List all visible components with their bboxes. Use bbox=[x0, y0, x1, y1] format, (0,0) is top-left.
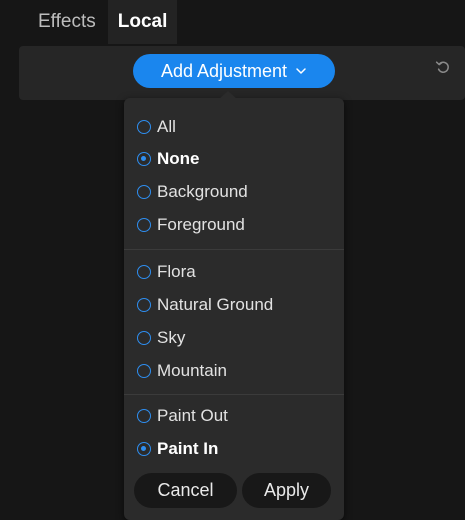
radio-icon bbox=[137, 185, 151, 199]
menu-item-foreground[interactable]: Foreground bbox=[124, 209, 344, 241]
radio-checked-icon bbox=[137, 152, 151, 166]
add-adjustment-button[interactable]: Add Adjustment bbox=[133, 54, 335, 88]
menu-item-mountain[interactable]: Mountain bbox=[124, 355, 344, 387]
radio-icon bbox=[137, 265, 151, 279]
menu-item-all[interactable]: All bbox=[124, 111, 344, 143]
radio-icon bbox=[137, 409, 151, 423]
menu-item-natural-ground[interactable]: Natural Ground bbox=[124, 289, 344, 321]
cancel-button[interactable]: Cancel bbox=[134, 473, 237, 508]
menu-item-paint-out[interactable]: Paint Out bbox=[124, 400, 344, 432]
radio-icon bbox=[137, 364, 151, 378]
menu-item-flora[interactable]: Flora bbox=[124, 256, 344, 288]
add-adjustment-label: Add Adjustment bbox=[160, 60, 288, 81]
menu-item-label: Natural Ground bbox=[157, 295, 274, 314]
menu-item-label: Foreground bbox=[157, 215, 245, 234]
undo-icon[interactable] bbox=[434, 58, 452, 76]
chevron-down-icon bbox=[296, 68, 306, 74]
menu-divider bbox=[124, 249, 344, 250]
local-adjustments-panel: Effects Local Add Adjustment All None Ba… bbox=[0, 0, 465, 520]
menu-item-label: Background bbox=[157, 182, 248, 201]
menu-item-label: Mountain bbox=[157, 361, 227, 380]
menu-divider bbox=[124, 394, 344, 395]
menu-caret bbox=[219, 91, 237, 99]
panel-tabs: Effects Local bbox=[26, 0, 178, 44]
apply-button[interactable]: Apply bbox=[242, 473, 331, 508]
menu-item-sky[interactable]: Sky bbox=[124, 322, 344, 354]
add-adjustment-menu: All None Background Foreground Flora Nat… bbox=[124, 91, 344, 520]
radio-icon bbox=[137, 331, 151, 345]
radio-icon bbox=[137, 218, 151, 232]
menu-item-none[interactable]: None bbox=[124, 143, 344, 175]
radio-checked-icon bbox=[137, 442, 151, 456]
menu-item-label: Paint In bbox=[157, 439, 219, 458]
tab-effects[interactable]: Effects bbox=[26, 0, 108, 44]
menu-item-background[interactable]: Background bbox=[124, 176, 344, 208]
menu-item-label: Flora bbox=[157, 262, 196, 281]
menu-item-paint-in[interactable]: Paint In bbox=[124, 433, 344, 465]
menu-item-label: Sky bbox=[157, 328, 186, 347]
radio-icon bbox=[137, 120, 151, 134]
menu-item-label: Paint Out bbox=[157, 406, 228, 425]
menu-item-label: None bbox=[157, 149, 200, 168]
radio-icon bbox=[137, 298, 151, 312]
tab-local[interactable]: Local bbox=[107, 0, 178, 44]
menu-item-label: All bbox=[157, 117, 176, 136]
